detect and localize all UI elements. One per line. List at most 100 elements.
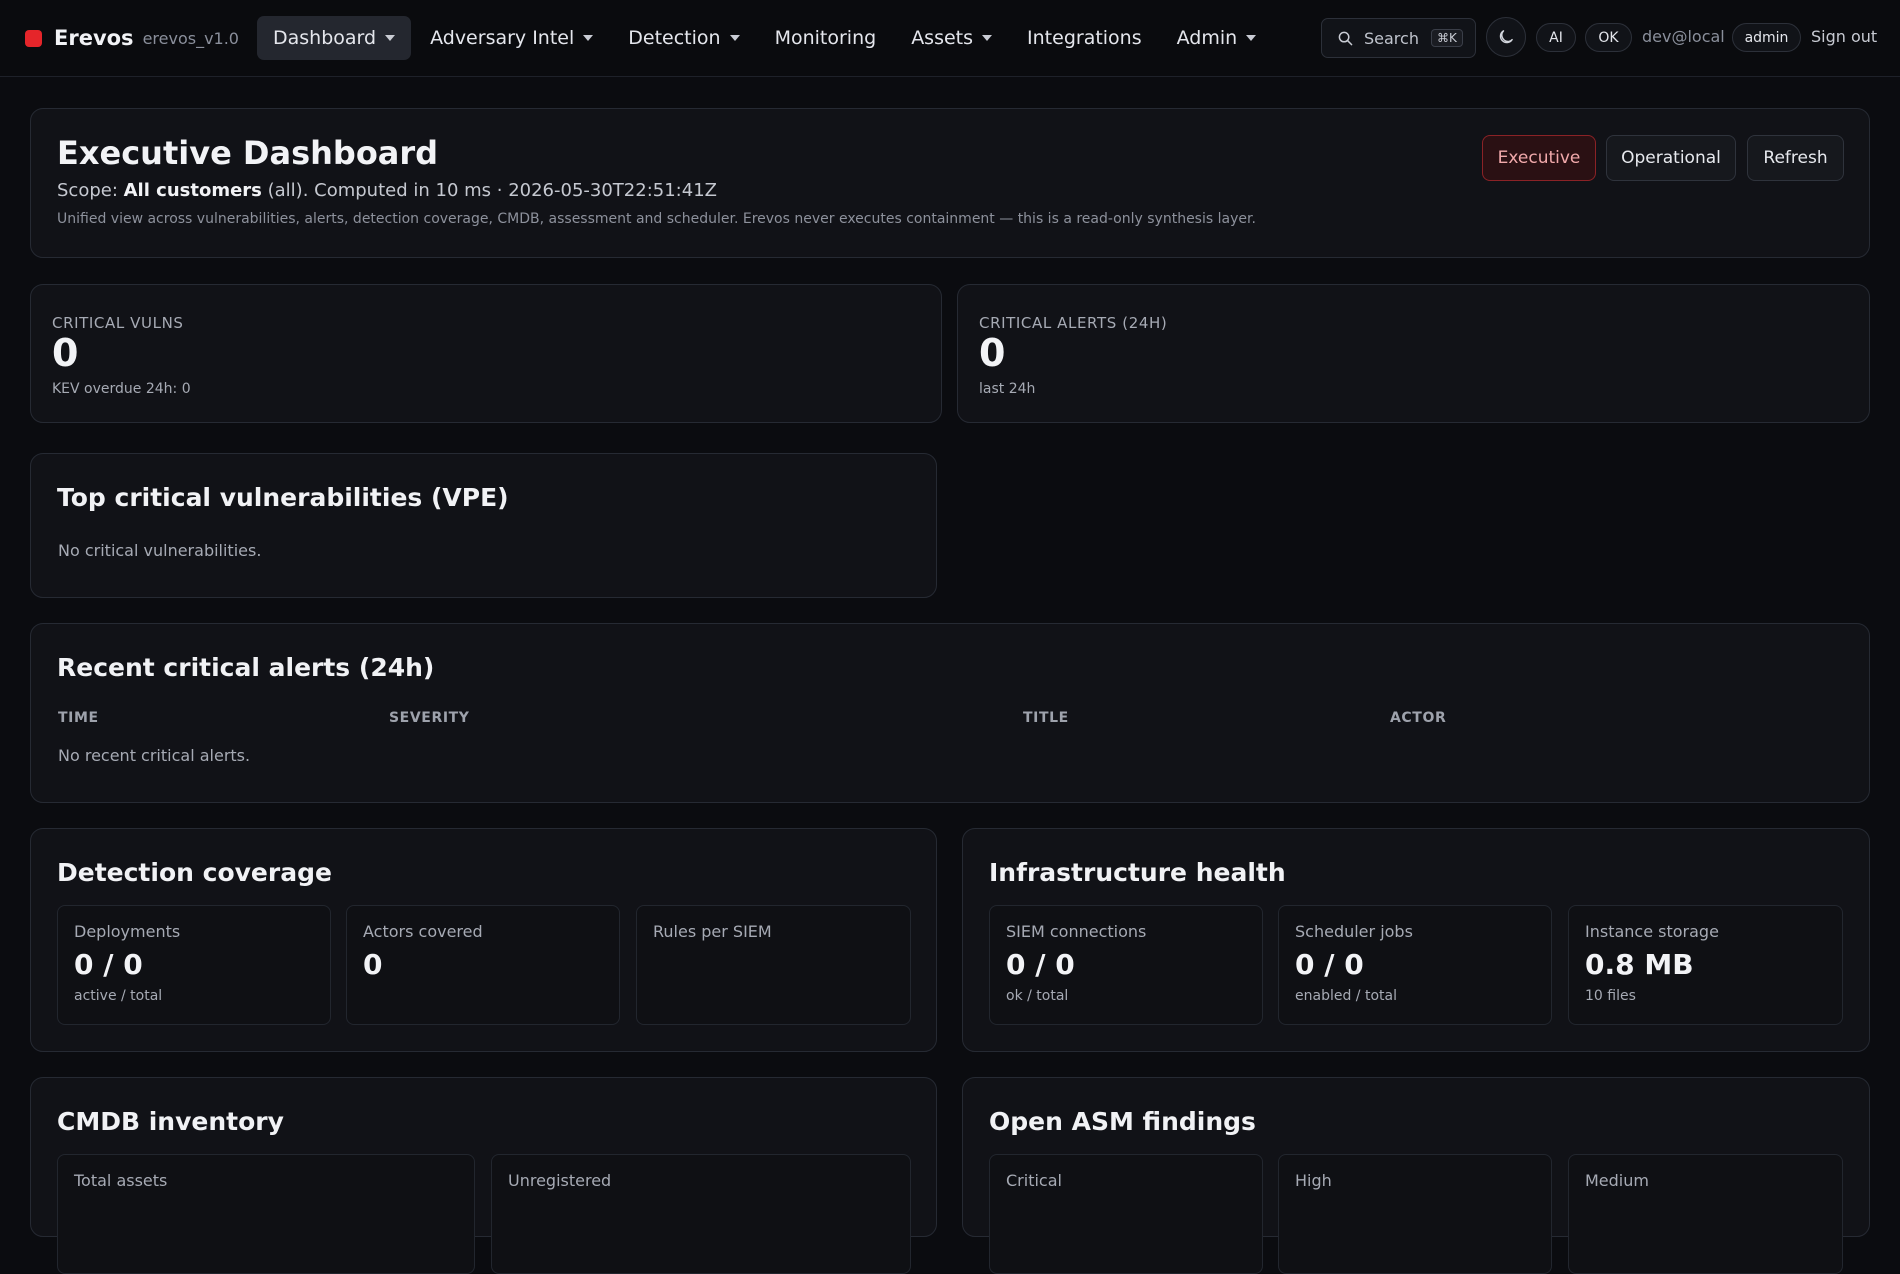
- stat-label: Total assets: [74, 1171, 168, 1190]
- nav-item-label: Monitoring: [774, 27, 877, 49]
- section-title: Detection coverage: [57, 858, 332, 887]
- dashboard-note: Unified view across vulnerabilities, ale…: [57, 211, 1256, 227]
- caret-down-icon: [729, 35, 740, 41]
- column-header-severity[interactable]: SEVERITY: [389, 710, 470, 726]
- nav-item-label: Dashboard: [273, 27, 377, 49]
- kpi-label: CRITICAL ALERTS (24H): [979, 314, 1168, 332]
- stat-label: High: [1295, 1171, 1332, 1190]
- caret-down-icon: [385, 35, 396, 41]
- brand-logo-icon: [25, 29, 42, 47]
- stat-sub: ok / total: [1006, 988, 1069, 1004]
- stat-label: Critical: [1006, 1171, 1062, 1190]
- nav-item-assets[interactable]: Assets: [895, 16, 1008, 60]
- stat-sub: active / total: [74, 988, 163, 1004]
- stat-siem-connections: SIEM connections 0 / 0 ok / total: [989, 905, 1263, 1025]
- stat-sub: 10 files: [1585, 988, 1636, 1004]
- main-nav: Dashboard Adversary Intel Detection Moni…: [257, 16, 1275, 60]
- role-badge: admin: [1732, 23, 1801, 52]
- ai-button[interactable]: AI: [1536, 23, 1576, 52]
- search-button[interactable]: Search ⌘K: [1321, 18, 1476, 58]
- search-shortcut: ⌘K: [1430, 29, 1463, 47]
- stat-label: Deployments: [74, 922, 181, 941]
- cmdb-inventory-card: CMDB inventory Total assets Unregistered: [30, 1077, 937, 1274]
- kpi-sub: KEV overdue 24h: 0: [52, 381, 191, 397]
- nav-item-admin[interactable]: Admin: [1161, 16, 1273, 60]
- stat-scheduler-jobs: Scheduler jobs 0 / 0 enabled / total: [1278, 905, 1552, 1025]
- stat-value: 0.8 MB: [1585, 948, 1694, 981]
- top-navigation-bar: Erevos erevos_v1.0 Dashboard Adversary I…: [0, 0, 1900, 77]
- caret-down-icon: [583, 35, 594, 41]
- refresh-button[interactable]: Refresh: [1747, 135, 1844, 181]
- nav-item-detection[interactable]: Detection: [612, 16, 755, 60]
- stat-deployments: Deployments 0 / 0 active / total: [57, 905, 331, 1025]
- kpi-value: 0: [979, 331, 1006, 375]
- open-asm-findings-card: Open ASM findings Critical High Medium: [962, 1077, 1870, 1274]
- stat-asm-medium: Medium: [1568, 1154, 1843, 1274]
- stat-total-assets: Total assets: [57, 1154, 475, 1274]
- kpi-value: 0: [52, 331, 79, 375]
- section-title: Open ASM findings: [989, 1107, 1256, 1136]
- section-title: Recent critical alerts (24h): [57, 653, 435, 682]
- column-header-time[interactable]: TIME: [58, 710, 99, 726]
- kpi-sub: last 24h: [979, 381, 1036, 397]
- nav-item-adversary-intel[interactable]: Adversary Intel: [414, 16, 609, 60]
- stat-label: Unregistered: [508, 1171, 612, 1190]
- current-user: dev@local: [1642, 27, 1725, 46]
- section-title: Top critical vulnerabilities (VPE): [57, 483, 509, 512]
- nav-item-integrations[interactable]: Integrations: [1011, 16, 1158, 60]
- stat-value: 0 / 0: [74, 948, 143, 981]
- brand[interactable]: Erevos erevos_v1.0: [25, 25, 239, 51]
- caret-down-icon: [982, 35, 993, 41]
- scope-prefix: Scope:: [57, 180, 124, 201]
- nav-item-label: Admin: [1176, 27, 1238, 49]
- column-header-actor[interactable]: ACTOR: [1390, 710, 1446, 726]
- search-label: Search: [1364, 28, 1419, 48]
- moon-icon: [1499, 30, 1513, 44]
- nav-item-label: Detection: [628, 27, 721, 49]
- column-header-title[interactable]: TITLE: [1023, 710, 1069, 726]
- nav-item-label: Assets: [911, 27, 974, 49]
- page-title: Executive Dashboard: [57, 134, 439, 172]
- stat-label: Medium: [1585, 1171, 1649, 1190]
- nav-item-monitoring[interactable]: Monitoring: [759, 16, 893, 60]
- stat-instance-storage: Instance storage 0.8 MB 10 files: [1568, 905, 1843, 1025]
- top-vulns-card: Top critical vulnerabilities (VPE) No cr…: [30, 453, 937, 598]
- kpi-critical-vulns: CRITICAL VULNS 0 KEV overdue 24h: 0: [30, 284, 942, 423]
- theme-toggle-button[interactable]: [1486, 17, 1526, 57]
- scope-suffix: (all). Computed in 10 ms · 2026-05-30T22…: [261, 180, 717, 201]
- caret-down-icon: [1246, 35, 1257, 41]
- stat-value: 0 / 0: [1006, 948, 1075, 981]
- executive-view-button[interactable]: Executive: [1482, 135, 1596, 181]
- stat-value: 0: [363, 948, 383, 981]
- empty-state: No recent critical alerts.: [58, 746, 251, 765]
- status-badge[interactable]: OK: [1585, 23, 1632, 52]
- recent-alerts-card: Recent critical alerts (24h) TIME SEVERI…: [30, 623, 1870, 803]
- stat-label: Rules per SIEM: [653, 922, 772, 941]
- sign-out-link[interactable]: Sign out: [1811, 27, 1877, 46]
- stat-rules-per-siem: Rules per SIEM: [636, 905, 911, 1025]
- nav-item-label: Integrations: [1027, 27, 1142, 49]
- kpi-critical-alerts: CRITICAL ALERTS (24H) 0 last 24h: [957, 284, 1870, 423]
- nav-item-dashboard[interactable]: Dashboard: [257, 16, 412, 60]
- empty-state: No critical vulnerabilities.: [58, 541, 262, 560]
- stat-label: SIEM connections: [1006, 922, 1147, 941]
- brand-name: Erevos: [54, 26, 134, 50]
- kpi-label: CRITICAL VULNS: [52, 314, 184, 332]
- stat-unregistered: Unregistered: [491, 1154, 911, 1274]
- stat-asm-high: High: [1278, 1154, 1552, 1274]
- scope-value: All customers: [123, 180, 262, 201]
- stat-label: Actors covered: [363, 922, 483, 941]
- stat-sub: enabled / total: [1295, 988, 1397, 1004]
- scope-line: Scope: All customers (all). Computed in …: [57, 180, 717, 201]
- brand-version: erevos_v1.0: [142, 28, 239, 48]
- search-icon: [1338, 31, 1353, 45]
- stat-value: 0 / 0: [1295, 948, 1364, 981]
- infrastructure-health-card: Infrastructure health SIEM connections 0…: [962, 828, 1870, 1052]
- stat-label: Instance storage: [1585, 922, 1719, 941]
- section-title: Infrastructure health: [989, 858, 1286, 887]
- nav-item-label: Adversary Intel: [430, 27, 575, 49]
- stat-label: Scheduler jobs: [1295, 922, 1413, 941]
- stat-actors-covered: Actors covered 0: [346, 905, 620, 1025]
- operational-view-button[interactable]: Operational: [1606, 135, 1736, 181]
- section-title: CMDB inventory: [57, 1107, 284, 1136]
